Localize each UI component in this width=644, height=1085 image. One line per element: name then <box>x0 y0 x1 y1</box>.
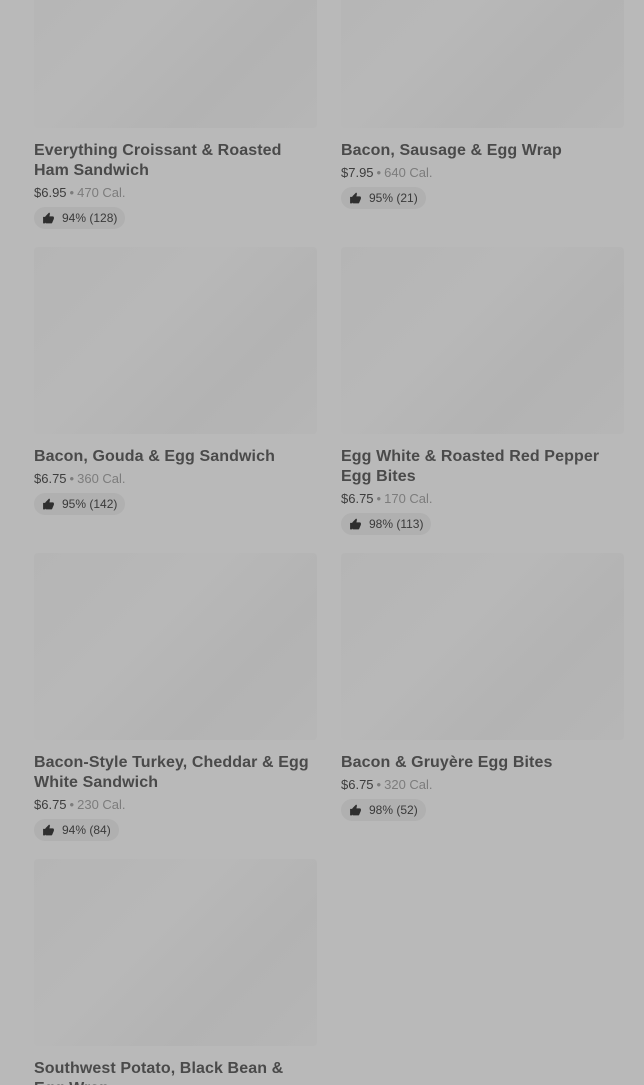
menu-item-name[interactable]: Everything Croissant & Roasted Ham Sandw… <box>34 141 318 181</box>
menu-item-meta: $6.95 • 470 Cal. <box>34 184 318 202</box>
menu-item-price: $7.95 <box>341 165 374 180</box>
meta-separator: • <box>69 185 75 200</box>
menu-item-image[interactable] <box>34 247 317 434</box>
menu-item-meta: $6.75 • 320 Cal. <box>341 776 625 794</box>
menu-item-name[interactable]: Bacon-Style Turkey, Cheddar & Egg White … <box>34 753 318 793</box>
rating-badge: 98% (113) <box>341 513 432 535</box>
menu-item-card[interactable]: Everything Croissant & Roasted Ham Sandw… <box>34 0 318 230</box>
thumbs-up-icon <box>43 824 54 835</box>
thumbs-up-icon <box>350 804 361 815</box>
rating-badge: 94% (84) <box>34 819 119 841</box>
menu-item-card[interactable]: Bacon, Sausage & Egg Wrap $7.95 • 640 Cal.… <box>341 0 625 210</box>
menu-item-card[interactable]: Bacon-Style Turkey, Cheddar & Egg White … <box>34 553 318 842</box>
menu-item-calories: 230 Cal. <box>77 797 126 812</box>
meta-separator: • <box>69 471 75 486</box>
menu-item-meta: $6.75 • 170 Cal. <box>341 490 625 508</box>
menu-item-card[interactable]: Southwest Potato, Black Bean & Egg Wrap <box>34 859 318 1085</box>
rating-text: 98% (52) <box>369 803 418 817</box>
menu-item-image[interactable] <box>34 859 317 1046</box>
thumbs-up-icon <box>350 192 361 203</box>
menu-item-price: $6.75 <box>34 797 67 812</box>
menu-item-name[interactable]: Egg White & Roasted Red Pepper Egg Bites <box>341 447 625 487</box>
meta-separator: • <box>376 777 382 792</box>
menu-item-calories: 640 Cal. <box>384 165 433 180</box>
menu-item-image[interactable] <box>341 553 624 740</box>
menu-item-name[interactable]: Southwest Potato, Black Bean & Egg Wrap <box>34 1059 318 1085</box>
menu-item-meta: $6.75 • 230 Cal. <box>34 796 318 814</box>
menu-item-price: $6.95 <box>34 185 67 200</box>
menu-item-name[interactable]: Bacon, Gouda & Egg Sandwich <box>34 447 318 467</box>
menu-item-image[interactable] <box>34 0 317 128</box>
menu-item-calories: 170 Cal. <box>384 491 433 506</box>
rating-badge: 95% (21) <box>341 187 426 209</box>
meta-separator: • <box>69 797 75 812</box>
thumbs-up-icon <box>43 498 54 509</box>
menu-item-calories: 360 Cal. <box>77 471 126 486</box>
menu-item-card[interactable]: Egg White & Roasted Red Pepper Egg Bites… <box>341 247 625 536</box>
rating-text: 94% (128) <box>62 211 118 225</box>
rating-badge: 95% (142) <box>34 493 126 515</box>
menu-item-image[interactable] <box>341 0 624 128</box>
meta-separator: • <box>376 491 382 506</box>
rating-text: 94% (84) <box>62 823 111 837</box>
menu-item-calories: 470 Cal. <box>77 185 126 200</box>
menu-item-meta: $6.75 • 360 Cal. <box>34 470 318 488</box>
menu-item-price: $6.75 <box>341 777 374 792</box>
rating-badge: 98% (52) <box>341 799 426 821</box>
menu-item-grid: Everything Croissant & Roasted Ham Sandw… <box>0 0 644 1085</box>
menu-item-meta: $7.95 • 640 Cal. <box>341 164 625 182</box>
rating-text: 95% (21) <box>369 191 418 205</box>
menu-item-image[interactable] <box>34 553 317 740</box>
menu-item-name[interactable]: Bacon, Sausage & Egg Wrap <box>341 141 625 161</box>
thumbs-up-icon <box>350 518 361 529</box>
rating-text: 95% (142) <box>62 497 118 511</box>
menu-item-price: $6.75 <box>34 471 67 486</box>
menu-item-calories: 320 Cal. <box>384 777 433 792</box>
menu-item-image[interactable] <box>341 247 624 434</box>
rating-badge: 94% (128) <box>34 207 126 229</box>
thumbs-up-icon <box>43 212 54 223</box>
menu-item-card[interactable]: Bacon & Gruyère Egg Bites $6.75 • 320 Cal.… <box>341 553 625 822</box>
menu-item-card[interactable]: Bacon, Gouda & Egg Sandwich $6.75 • 360 Ca… <box>34 247 318 516</box>
menu-item-name[interactable]: Bacon & Gruyère Egg Bites <box>341 753 625 773</box>
rating-text: 98% (113) <box>369 517 424 531</box>
menu-item-price: $6.75 <box>341 491 374 506</box>
meta-separator: • <box>376 165 382 180</box>
